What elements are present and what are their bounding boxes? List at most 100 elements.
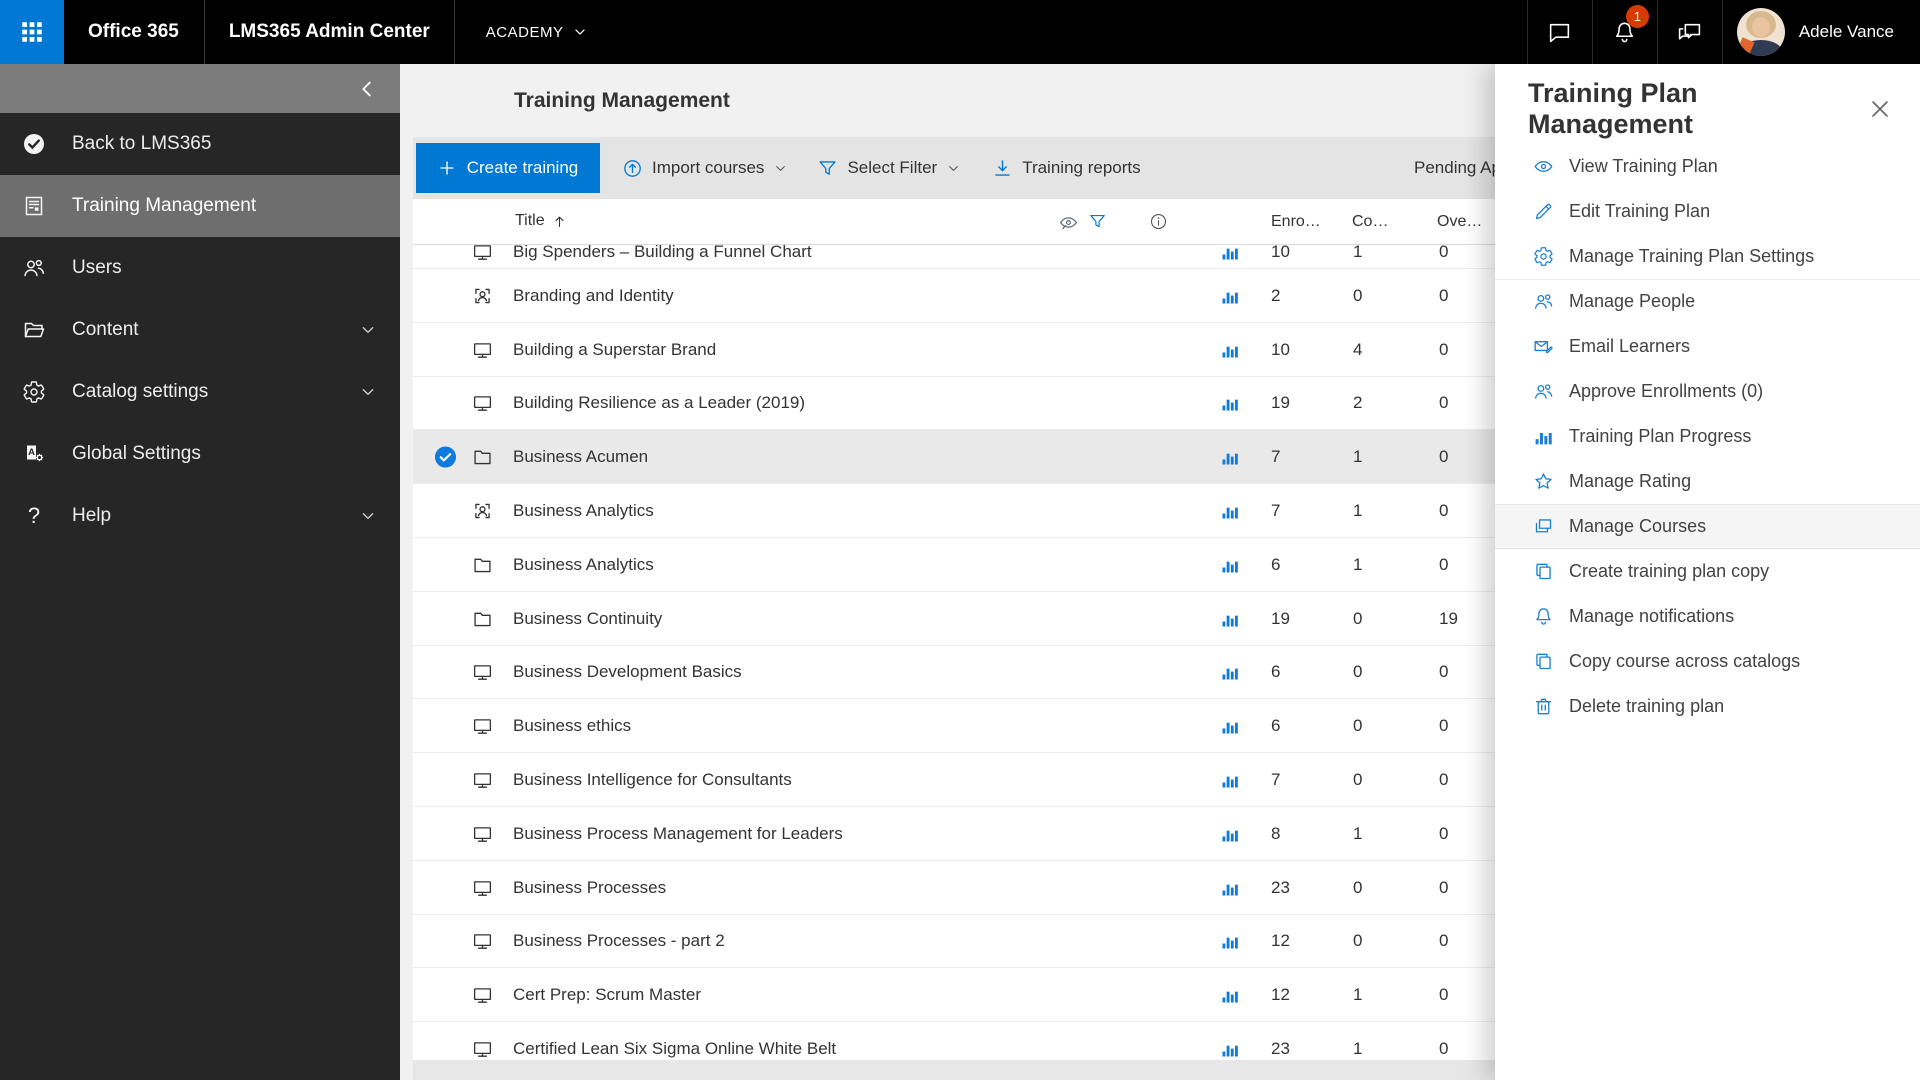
folder-type-icon [472, 447, 493, 468]
global-icon: A [22, 442, 46, 466]
progress-chart-icon[interactable] [1219, 716, 1241, 736]
progress-chart-icon[interactable] [1219, 878, 1241, 898]
gear-icon [1533, 246, 1554, 267]
topbar-divider [203, 0, 205, 64]
sidebar-collapse-button[interactable] [0, 64, 400, 113]
tenant-selector[interactable]: ACADEMY [486, 24, 588, 41]
plus-icon [438, 159, 456, 177]
overdue-count: 0 [1439, 877, 1449, 897]
folder-type-icon [472, 608, 493, 629]
copy-icon [1533, 651, 1554, 672]
monitor-type-icon [472, 1039, 493, 1060]
star-icon [1533, 471, 1554, 492]
progress-chart-icon[interactable] [1219, 242, 1241, 262]
app-launcher-button[interactable] [0, 0, 64, 64]
feedback-icon [1677, 20, 1702, 45]
monitor-type-icon [472, 339, 493, 360]
progress-chart-icon[interactable] [1219, 985, 1241, 1005]
panel-item-create-training-plan-copy[interactable]: Create training plan copy [1495, 549, 1920, 594]
overdue-count: 0 [1439, 716, 1449, 736]
progress-chart-icon[interactable] [1219, 770, 1241, 790]
training-title: Branding and Identity [513, 285, 674, 305]
panel-item-manage-rating[interactable]: Manage Rating [1495, 459, 1920, 504]
completed-count: 1 [1353, 501, 1363, 521]
chevron-down-icon [360, 508, 376, 524]
feedback-button[interactable] [1656, 0, 1722, 64]
svg-text:A: A [28, 447, 35, 458]
panel-item-training-plan-progress[interactable]: Training Plan Progress [1495, 414, 1920, 459]
sidebar-item-training-management[interactable]: Training Management [0, 175, 400, 237]
panel-item-manage-notifications[interactable]: Manage notifications [1495, 594, 1920, 639]
progress-chart-icon[interactable] [1219, 1039, 1241, 1059]
notifications-button[interactable]: 1 [1591, 0, 1657, 64]
eye-icon [1533, 156, 1554, 177]
sidebar-item-label: Global Settings [72, 443, 201, 464]
sidebar-item-label: Help [72, 505, 112, 526]
filter-icon [817, 158, 838, 179]
progress-chart-icon[interactable] [1219, 447, 1241, 467]
import-courses-label: Import courses [652, 158, 765, 177]
panel-item-copy-course-across-catalogs[interactable]: Copy course across catalogs [1495, 639, 1920, 684]
chat-button[interactable] [1526, 0, 1592, 64]
sidebar-item-label: Catalog settings [72, 381, 209, 402]
training-title: Cert Prep: Scrum Master [513, 985, 701, 1005]
close-icon[interactable] [1868, 97, 1892, 121]
progress-chart-icon[interactable] [1219, 662, 1241, 682]
progress-chart-icon[interactable] [1219, 824, 1241, 844]
overdue-count: 0 [1439, 339, 1449, 359]
progress-chart-icon[interactable] [1219, 609, 1241, 629]
training-plan-management-panel: Training Plan Management View Training P… [1495, 64, 1920, 1080]
sidebar-item-global-settings[interactable]: A Global Settings [0, 423, 400, 485]
progress-chart-icon[interactable] [1219, 501, 1241, 521]
overdue-count: 0 [1439, 1039, 1449, 1059]
panel-item-manage-people[interactable]: Manage People [1495, 279, 1920, 324]
panel-item-delete-training-plan[interactable]: Delete training plan [1495, 684, 1920, 729]
progress-chart-icon[interactable] [1219, 286, 1241, 306]
panel-item-manage-training-plan-settings[interactable]: Manage Training Plan Settings [1495, 234, 1920, 279]
completed-count: 2 [1353, 393, 1363, 413]
create-training-label: Create training [466, 158, 579, 177]
enrolled-count: 2 [1271, 285, 1281, 305]
sidebar-item-label: Users [72, 257, 122, 278]
webinar-type-icon [472, 501, 493, 522]
panel-item-edit-training-plan[interactable]: Edit Training Plan [1495, 189, 1920, 234]
bell-icon [1533, 606, 1554, 627]
panel-item-email-learners[interactable]: Email Learners [1495, 324, 1920, 369]
training-title: Certified Lean Six Sigma Online White Be… [513, 1039, 837, 1059]
panel-item-manage-courses[interactable]: Manage Courses [1495, 504, 1920, 549]
panel-item-view-training-plan[interactable]: View Training Plan [1495, 144, 1920, 189]
bars-icon [1533, 426, 1554, 447]
account-menu[interactable]: Adele Vance [1721, 0, 1920, 64]
progress-chart-icon[interactable] [1219, 340, 1241, 360]
panel-title: Training Plan Management [1528, 78, 1698, 139]
trash-icon [1533, 696, 1554, 717]
progress-chart-icon[interactable] [1219, 555, 1241, 575]
sidebar-item-users[interactable]: Users [0, 237, 400, 299]
import-courses-button[interactable]: Import courses [622, 158, 787, 179]
select-filter-label: Select Filter [847, 158, 938, 177]
enrolled-count: 10 [1271, 241, 1290, 261]
training-reports-button[interactable]: Training reports [992, 158, 1141, 179]
completed-count: 4 [1353, 339, 1363, 359]
progress-chart-icon[interactable] [1219, 931, 1241, 951]
enrolled-count: 23 [1271, 877, 1290, 897]
sidebar-item-help[interactable]: ? Help [0, 485, 400, 547]
notification-badge: 1 [1625, 5, 1649, 28]
enrolled-count: 10 [1271, 339, 1290, 359]
sidebar-item-back-to-lms365[interactable]: Back to LMS365 [0, 113, 400, 175]
panel-item-label: Edit Training Plan [1569, 201, 1711, 221]
overdue-count: 0 [1439, 393, 1449, 413]
progress-chart-icon[interactable] [1219, 393, 1241, 413]
select-filter-button[interactable]: Select Filter [817, 158, 960, 179]
folder-type-icon [472, 554, 493, 575]
office365-home-link[interactable]: Office 365 [88, 21, 179, 43]
panel-item-approve-enrollments-0[interactable]: Approve Enrollments (0) [1495, 369, 1920, 414]
sidebar-item-content[interactable]: Content [0, 299, 400, 361]
panel-item-label: Training Plan Progress [1569, 426, 1752, 446]
panel-item-label: Manage Training Plan Settings [1569, 246, 1815, 266]
sidebar-item-catalog-settings[interactable]: Catalog settings [0, 361, 400, 423]
create-training-button[interactable]: Create training [416, 143, 600, 193]
users-icon [1533, 381, 1554, 402]
completed-count: 0 [1353, 931, 1363, 951]
enrolled-count: 7 [1271, 770, 1281, 790]
